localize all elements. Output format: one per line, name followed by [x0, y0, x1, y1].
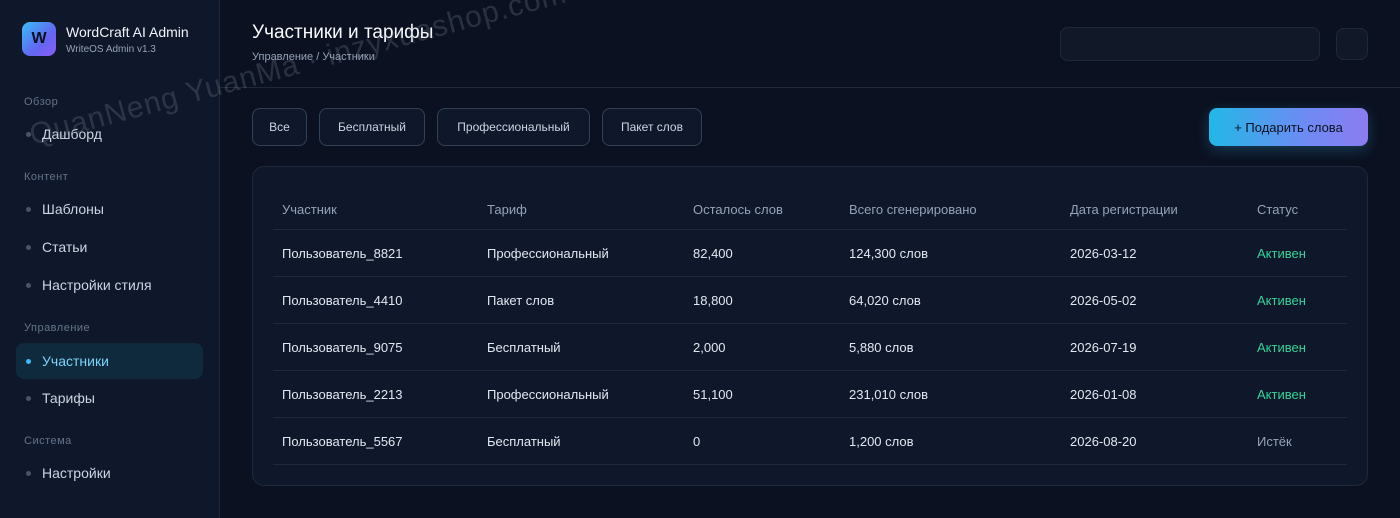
brand: W WordCraft AI Admin WriteOS Admin v1.3	[22, 22, 189, 56]
table-row[interactable]: Пользователь_2213 Профессиональный 51,10…	[273, 371, 1347, 418]
sidebar-item-label: Шаблоны	[42, 201, 104, 217]
bullet-icon	[26, 245, 31, 250]
member-plan: Бесплатный	[487, 433, 561, 449]
words-generated: 231,010 слов	[849, 386, 928, 402]
member-name: Пользователь_8821	[282, 245, 403, 261]
sidebar-item-templates[interactable]: Шаблоны	[16, 191, 203, 227]
table-row[interactable]: Пользователь_5567 Бесплатный 0 1,200 сло…	[273, 418, 1347, 465]
registration-date: 2026-01-08	[1070, 386, 1137, 402]
filter-word-pack[interactable]: Пакет слов	[602, 108, 702, 146]
bullet-icon	[26, 132, 31, 137]
table-row[interactable]: Пользователь_4410 Пакет слов 18,800 64,0…	[273, 277, 1347, 324]
sidebar-item-settings[interactable]: Настройки	[16, 455, 203, 491]
filter-free[interactable]: Бесплатный	[319, 108, 425, 146]
gift-words-button[interactable]: + Подарить слова	[1209, 108, 1368, 146]
column-header[interactable]: Участник	[282, 190, 337, 229]
members-table-card: Участник Тариф Осталось слов Всего сгене…	[252, 166, 1368, 486]
words-remaining: 0	[693, 433, 701, 449]
column-header[interactable]: Всего сгенерировано	[849, 190, 977, 229]
sidebar-item-label: Дашборд	[42, 126, 102, 142]
member-plan: Профессиональный	[487, 245, 609, 261]
filter-all[interactable]: Все	[252, 108, 307, 146]
column-header[interactable]: Осталось слов	[693, 190, 783, 229]
status-badge: Активен	[1257, 292, 1306, 308]
member-name: Пользователь_9075	[282, 339, 403, 355]
filter-professional[interactable]: Профессиональный	[437, 108, 590, 146]
registration-date: 2026-07-19	[1070, 339, 1137, 355]
status-badge: Активен	[1257, 245, 1306, 261]
column-header[interactable]: Статус	[1257, 190, 1298, 229]
sidebar-item-label: Тарифы	[42, 390, 95, 406]
app-logo: W	[22, 22, 56, 56]
app-title: WordCraft AI Admin	[66, 23, 189, 40]
breadcrumb: Управление / Участники	[252, 51, 375, 63]
sidebar-item-label: Настройки стиля	[42, 277, 152, 293]
nav-group-system: Система	[24, 435, 72, 447]
members-table: Участник Тариф Осталось слов Всего сгене…	[273, 190, 1347, 465]
words-generated: 64,020 слов	[849, 292, 921, 308]
bullet-icon	[26, 283, 31, 288]
words-remaining: 18,800	[693, 292, 733, 308]
words-generated: 124,300 слов	[849, 245, 928, 261]
column-header[interactable]: Тариф	[487, 190, 527, 229]
member-name: Пользователь_5567	[282, 433, 403, 449]
app-version: WriteOS Admin v1.3	[66, 43, 156, 55]
table-row[interactable]: Пользователь_9075 Бесплатный 2,000 5,880…	[273, 324, 1347, 371]
table-row[interactable]: Пользователь_8821 Профессиональный 82,40…	[273, 230, 1347, 277]
member-name: Пользователь_4410	[282, 292, 403, 308]
registration-date: 2026-05-02	[1070, 292, 1137, 308]
nav-group-management: Управление	[24, 322, 91, 334]
words-remaining: 2,000	[693, 339, 726, 355]
registration-date: 2026-08-20	[1070, 433, 1137, 449]
bullet-icon	[26, 396, 31, 401]
member-plan: Профессиональный	[487, 386, 609, 402]
table-header: Участник Тариф Осталось слов Всего сгене…	[273, 190, 1347, 230]
sidebar-item-label: Настройки	[42, 465, 111, 481]
sidebar-item-articles[interactable]: Статьи	[16, 229, 203, 265]
words-generated: 5,880 слов	[849, 339, 914, 355]
sidebar-item-members[interactable]: Участники	[16, 343, 203, 379]
member-name: Пользователь_2213	[282, 386, 403, 402]
member-plan: Пакет слов	[487, 292, 555, 308]
nav-group-overview: Обзор	[24, 96, 59, 108]
page-title: Участники и тарифы	[252, 22, 434, 43]
bullet-icon	[26, 207, 31, 212]
bullet-icon	[26, 359, 31, 364]
sidebar-item-label: Участники	[42, 353, 109, 369]
sidebar: W WordCraft AI Admin WriteOS Admin v1.3 …	[0, 0, 220, 518]
sidebar-item-style-settings[interactable]: Настройки стиля	[16, 267, 203, 303]
sidebar-item-plans[interactable]: Тарифы	[16, 380, 203, 416]
search-input[interactable]	[1060, 27, 1320, 61]
member-plan: Бесплатный	[487, 339, 561, 355]
sidebar-item-label: Статьи	[42, 239, 88, 255]
nav-group-content: Контент	[24, 171, 69, 183]
sidebar-item-dashboard[interactable]: Дашборд	[16, 116, 203, 152]
header-action-button[interactable]	[1336, 28, 1368, 60]
column-header[interactable]: Дата регистрации	[1070, 190, 1178, 229]
bullet-icon	[26, 471, 31, 476]
words-remaining: 51,100	[693, 386, 733, 402]
status-badge: Активен	[1257, 339, 1306, 355]
status-badge: Активен	[1257, 386, 1306, 402]
words-remaining: 82,400	[693, 245, 733, 261]
words-generated: 1,200 слов	[849, 433, 914, 449]
status-badge: Истёк	[1257, 433, 1292, 449]
page-header: Участники и тарифы Управление / Участник…	[220, 0, 1400, 88]
registration-date: 2026-03-12	[1070, 245, 1137, 261]
